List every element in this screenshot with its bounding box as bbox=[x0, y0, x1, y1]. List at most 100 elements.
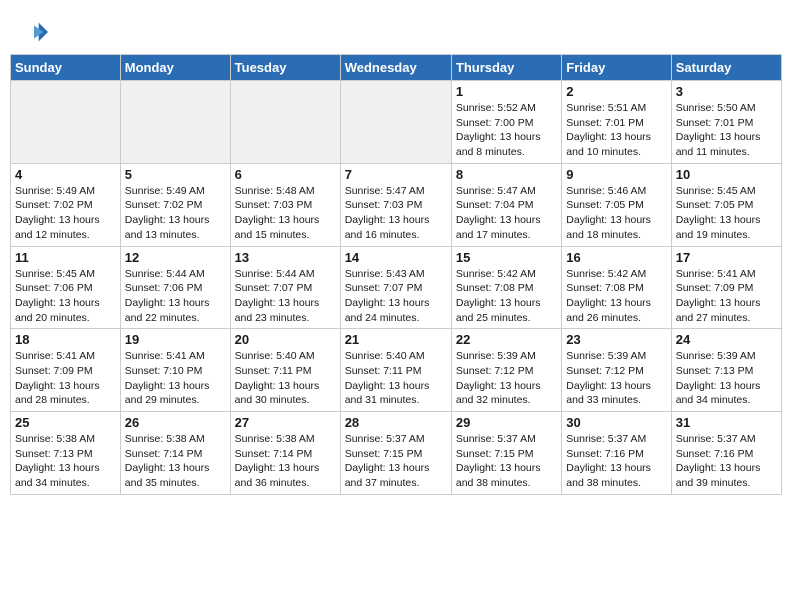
day-info: Sunrise: 5:41 AMSunset: 7:09 PMDaylight:… bbox=[15, 349, 116, 408]
day-number: 29 bbox=[456, 415, 557, 430]
day-number: 21 bbox=[345, 332, 447, 347]
day-info: Sunrise: 5:40 AMSunset: 7:11 PMDaylight:… bbox=[235, 349, 336, 408]
day-info: Sunrise: 5:38 AMSunset: 7:14 PMDaylight:… bbox=[235, 432, 336, 491]
day-info: Sunrise: 5:37 AMSunset: 7:15 PMDaylight:… bbox=[345, 432, 447, 491]
calendar-week-row: 25 Sunrise: 5:38 AMSunset: 7:13 PMDayligh… bbox=[11, 412, 782, 495]
day-info: Sunrise: 5:38 AMSunset: 7:13 PMDaylight:… bbox=[15, 432, 116, 491]
day-info: Sunrise: 5:47 AMSunset: 7:04 PMDaylight:… bbox=[456, 184, 557, 243]
calendar-day-cell: 2 Sunrise: 5:51 AMSunset: 7:01 PMDaylight… bbox=[562, 81, 671, 164]
calendar-day-cell: 1 Sunrise: 5:52 AMSunset: 7:00 PMDaylight… bbox=[451, 81, 561, 164]
day-number: 24 bbox=[676, 332, 777, 347]
day-info: Sunrise: 5:38 AMSunset: 7:14 PMDaylight:… bbox=[125, 432, 226, 491]
day-info: Sunrise: 5:39 AMSunset: 7:12 PMDaylight:… bbox=[456, 349, 557, 408]
day-info: Sunrise: 5:46 AMSunset: 7:05 PMDaylight:… bbox=[566, 184, 666, 243]
day-number: 16 bbox=[566, 250, 666, 265]
logo[interactable] bbox=[20, 18, 50, 46]
day-number: 19 bbox=[125, 332, 226, 347]
day-info: Sunrise: 5:51 AMSunset: 7:01 PMDaylight:… bbox=[566, 101, 666, 160]
day-number: 25 bbox=[15, 415, 116, 430]
calendar-day-cell: 16 Sunrise: 5:42 AMSunset: 7:08 PMDayligh… bbox=[562, 246, 671, 329]
logo-icon bbox=[20, 18, 48, 46]
day-number: 17 bbox=[676, 250, 777, 265]
page-header bbox=[10, 10, 782, 50]
calendar-day-cell: 8 Sunrise: 5:47 AMSunset: 7:04 PMDaylight… bbox=[451, 163, 561, 246]
calendar-week-row: 1 Sunrise: 5:52 AMSunset: 7:00 PMDaylight… bbox=[11, 81, 782, 164]
calendar-day-cell: 28 Sunrise: 5:37 AMSunset: 7:15 PMDayligh… bbox=[340, 412, 451, 495]
day-info: Sunrise: 5:49 AMSunset: 7:02 PMDaylight:… bbox=[125, 184, 226, 243]
day-number: 28 bbox=[345, 415, 447, 430]
calendar-day-cell: 22 Sunrise: 5:39 AMSunset: 7:12 PMDayligh… bbox=[451, 329, 561, 412]
day-info: Sunrise: 5:42 AMSunset: 7:08 PMDaylight:… bbox=[566, 267, 666, 326]
day-number: 14 bbox=[345, 250, 447, 265]
calendar-table: SundayMondayTuesdayWednesdayThursdayFrid… bbox=[10, 54, 782, 495]
calendar-day-cell: 4 Sunrise: 5:49 AMSunset: 7:02 PMDaylight… bbox=[11, 163, 121, 246]
day-number: 4 bbox=[15, 167, 116, 182]
day-info: Sunrise: 5:39 AMSunset: 7:13 PMDaylight:… bbox=[676, 349, 777, 408]
calendar-day-cell bbox=[11, 81, 121, 164]
day-number: 22 bbox=[456, 332, 557, 347]
calendar-day-cell: 20Sunrise: 5:40 AMSunset: 7:11 PMDayligh… bbox=[230, 329, 340, 412]
day-info: Sunrise: 5:52 AMSunset: 7:00 PMDaylight:… bbox=[456, 101, 557, 160]
day-number: 6 bbox=[235, 167, 336, 182]
day-number: 23 bbox=[566, 332, 666, 347]
calendar-week-row: 18 Sunrise: 5:41 AMSunset: 7:09 PMDayligh… bbox=[11, 329, 782, 412]
calendar-day-header: Saturday bbox=[671, 55, 781, 81]
day-number: 10 bbox=[676, 167, 777, 182]
day-number: 1 bbox=[456, 84, 557, 99]
calendar-day-cell: 23 Sunrise: 5:39 AMSunset: 7:12 PMDayligh… bbox=[562, 329, 671, 412]
day-info: Sunrise: 5:43 AMSunset: 7:07 PMDaylight:… bbox=[345, 267, 447, 326]
calendar-day-cell: 15Sunrise: 5:42 AMSunset: 7:08 PMDayligh… bbox=[451, 246, 561, 329]
calendar-day-cell: 26 Sunrise: 5:38 AMSunset: 7:14 PMDayligh… bbox=[120, 412, 230, 495]
day-number: 26 bbox=[125, 415, 226, 430]
calendar-day-header: Sunday bbox=[11, 55, 121, 81]
calendar-day-header: Monday bbox=[120, 55, 230, 81]
day-number: 15 bbox=[456, 250, 557, 265]
calendar-day-cell: 30 Sunrise: 5:37 AMSunset: 7:16 PMDayligh… bbox=[562, 412, 671, 495]
calendar-day-cell: 7 Sunrise: 5:47 AMSunset: 7:03 PMDaylight… bbox=[340, 163, 451, 246]
day-info: Sunrise: 5:47 AMSunset: 7:03 PMDaylight:… bbox=[345, 184, 447, 243]
calendar-day-header: Wednesday bbox=[340, 55, 451, 81]
calendar-day-cell: 13Sunrise: 5:44 AMSunset: 7:07 PMDayligh… bbox=[230, 246, 340, 329]
day-number: 9 bbox=[566, 167, 666, 182]
day-info: Sunrise: 5:49 AMSunset: 7:02 PMDaylight:… bbox=[15, 184, 116, 243]
day-info: Sunrise: 5:41 AMSunset: 7:10 PMDaylight:… bbox=[125, 349, 226, 408]
day-info: Sunrise: 5:45 AMSunset: 7:06 PMDaylight:… bbox=[15, 267, 116, 326]
calendar-day-cell bbox=[120, 81, 230, 164]
calendar-day-cell: 25 Sunrise: 5:38 AMSunset: 7:13 PMDayligh… bbox=[11, 412, 121, 495]
calendar-day-header: Tuesday bbox=[230, 55, 340, 81]
day-info: Sunrise: 5:44 AMSunset: 7:07 PMDaylight:… bbox=[235, 267, 336, 326]
calendar-day-cell: 19 Sunrise: 5:41 AMSunset: 7:10 PMDayligh… bbox=[120, 329, 230, 412]
calendar-day-cell: 29 Sunrise: 5:37 AMSunset: 7:15 PMDayligh… bbox=[451, 412, 561, 495]
day-number: 11 bbox=[15, 250, 116, 265]
day-info: Sunrise: 5:39 AMSunset: 7:12 PMDaylight:… bbox=[566, 349, 666, 408]
day-number: 30 bbox=[566, 415, 666, 430]
calendar-day-cell: 11 Sunrise: 5:45 AMSunset: 7:06 PMDayligh… bbox=[11, 246, 121, 329]
calendar-day-cell: 18 Sunrise: 5:41 AMSunset: 7:09 PMDayligh… bbox=[11, 329, 121, 412]
day-info: Sunrise: 5:37 AMSunset: 7:16 PMDaylight:… bbox=[566, 432, 666, 491]
day-number: 8 bbox=[456, 167, 557, 182]
calendar-day-cell: 6 Sunrise: 5:48 AMSunset: 7:03 PMDaylight… bbox=[230, 163, 340, 246]
day-number: 3 bbox=[676, 84, 777, 99]
day-number: 31 bbox=[676, 415, 777, 430]
day-number: 2 bbox=[566, 84, 666, 99]
calendar-day-cell: 24 Sunrise: 5:39 AMSunset: 7:13 PMDayligh… bbox=[671, 329, 781, 412]
calendar-day-header: Thursday bbox=[451, 55, 561, 81]
day-number: 7 bbox=[345, 167, 447, 182]
day-number: 5 bbox=[125, 167, 226, 182]
day-info: Sunrise: 5:48 AMSunset: 7:03 PMDaylight:… bbox=[235, 184, 336, 243]
day-info: Sunrise: 5:44 AMSunset: 7:06 PMDaylight:… bbox=[125, 267, 226, 326]
calendar-day-cell bbox=[340, 81, 451, 164]
day-info: Sunrise: 5:41 AMSunset: 7:09 PMDaylight:… bbox=[676, 267, 777, 326]
day-info: Sunrise: 5:45 AMSunset: 7:05 PMDaylight:… bbox=[676, 184, 777, 243]
calendar-header-row: SundayMondayTuesdayWednesdayThursdayFrid… bbox=[11, 55, 782, 81]
calendar-day-cell: 5 Sunrise: 5:49 AMSunset: 7:02 PMDaylight… bbox=[120, 163, 230, 246]
day-number: 18 bbox=[15, 332, 116, 347]
calendar-day-cell bbox=[230, 81, 340, 164]
calendar-week-row: 11 Sunrise: 5:45 AMSunset: 7:06 PMDayligh… bbox=[11, 246, 782, 329]
day-number: 27 bbox=[235, 415, 336, 430]
day-info: Sunrise: 5:37 AMSunset: 7:15 PMDaylight:… bbox=[456, 432, 557, 491]
calendar-day-cell: 17 Sunrise: 5:41 AMSunset: 7:09 PMDayligh… bbox=[671, 246, 781, 329]
calendar-day-cell: 27 Sunrise: 5:38 AMSunset: 7:14 PMDayligh… bbox=[230, 412, 340, 495]
calendar-day-cell: 9 Sunrise: 5:46 AMSunset: 7:05 PMDaylight… bbox=[562, 163, 671, 246]
day-info: Sunrise: 5:37 AMSunset: 7:16 PMDaylight:… bbox=[676, 432, 777, 491]
